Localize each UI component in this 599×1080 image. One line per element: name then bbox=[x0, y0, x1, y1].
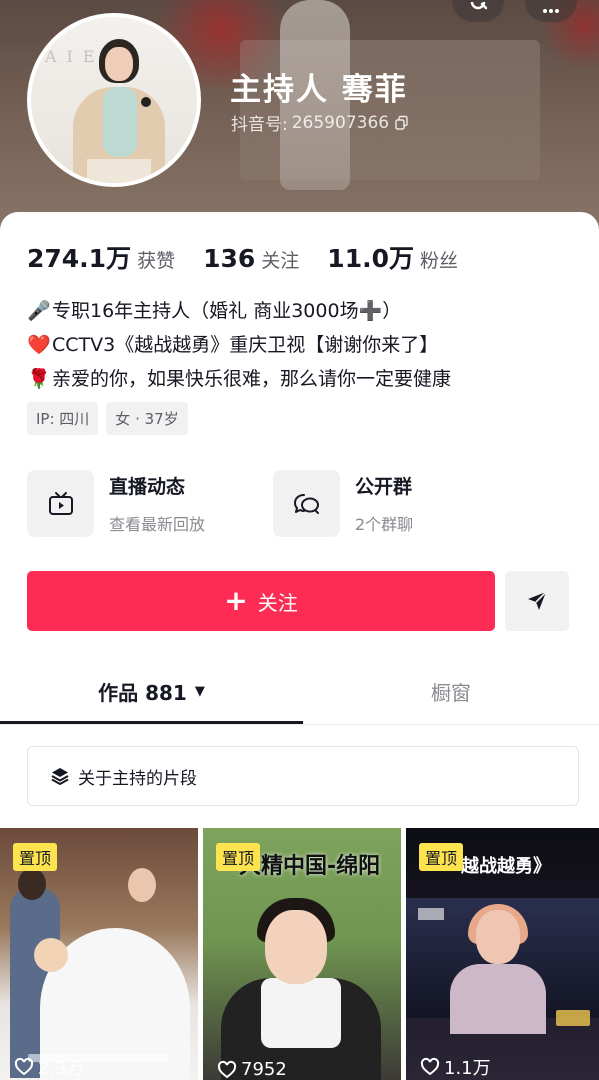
follow-button[interactable]: + 关注 bbox=[27, 571, 495, 631]
back-button[interactable] bbox=[30, 0, 70, 16]
thumbnail-figure bbox=[450, 964, 546, 1034]
bio-line: 🎤专职16年主持人（婚礼 商业3000场➕） bbox=[27, 294, 577, 328]
caret-down-icon: ▼ bbox=[194, 683, 205, 699]
douyin-id-value: 265907366 bbox=[291, 112, 390, 133]
send-icon bbox=[528, 591, 547, 610]
thumbnail-figure bbox=[265, 910, 327, 984]
video-likes: 1.1万 bbox=[420, 1054, 491, 1080]
microphone-icon: 🎤 bbox=[27, 300, 51, 322]
douyin-id[interactable]: 抖音号: 265907366 bbox=[231, 110, 409, 135]
collection-label: 关于主持的片段 bbox=[78, 768, 197, 789]
likes-count: 1.1万 bbox=[444, 1058, 491, 1079]
bio-line: ❤️CCTV3《越战越勇》重庆卫视【谢谢你来了】 bbox=[27, 328, 577, 362]
group-feature-text: 公开群 2个群聊 bbox=[355, 472, 413, 535]
live-feature-title: 直播动态 bbox=[109, 476, 186, 498]
stat-label: 粉丝 bbox=[419, 250, 458, 272]
stat-label: 获赞 bbox=[137, 250, 176, 272]
ip-location-tag: IP: 四川 bbox=[27, 402, 99, 435]
thumbnail-figure bbox=[128, 868, 156, 902]
thumbnail-figure bbox=[261, 978, 341, 1048]
avatar[interactable]: AIEE bbox=[27, 13, 201, 187]
profile-header: AIEE 主持人 骞菲 抖音号: 265907366 bbox=[0, 0, 599, 235]
channel-logo bbox=[418, 908, 444, 920]
bio-line: 🌹亲爱的你，如果快乐很难，那么请你一定要健康 bbox=[27, 362, 577, 396]
likes-count: 7952 bbox=[241, 1059, 287, 1080]
gender-age-tag: 女 · 37岁 bbox=[106, 402, 188, 435]
thumbnail-figure bbox=[34, 938, 68, 972]
stat-followers[interactable]: 11.0万 粉丝 bbox=[327, 239, 458, 275]
heart-icon: ❤️ bbox=[27, 334, 51, 356]
pinned-badge: 置顶 bbox=[13, 843, 58, 871]
video-thumbnail[interactable]: 置顶 2.3万 bbox=[0, 828, 198, 1080]
heart-outline-icon bbox=[420, 1057, 440, 1076]
collection-banner[interactable]: 关于主持的片段 bbox=[27, 746, 579, 806]
layers-icon bbox=[51, 768, 69, 785]
search-button[interactable] bbox=[452, 0, 504, 22]
bio-text: CCTV3《越战越勇》重庆卫视【谢谢你来了】 bbox=[52, 334, 439, 356]
stats-row: 274.1万 获赞 136 关注 11.0万 粉丝 bbox=[27, 239, 486, 275]
cover-title: 大精中国-绵阳 bbox=[239, 854, 381, 879]
back-arrow-icon bbox=[30, 0, 50, 6]
stat-label: 关注 bbox=[261, 250, 300, 272]
tv-icon bbox=[48, 491, 73, 515]
rose-icon: 🌹 bbox=[27, 368, 51, 390]
profile-sheet: 274.1万 获赞 136 关注 11.0万 粉丝 🎤专职16年主持人（婚礼 商… bbox=[0, 212, 599, 1080]
bio: 🎤专职16年主持人（婚礼 商业3000场➕） ❤️CCTV3《越战越勇》重庆卫视… bbox=[27, 294, 577, 396]
stat-following[interactable]: 136 关注 bbox=[203, 244, 299, 273]
avatar-skirt bbox=[87, 159, 151, 183]
live-feature[interactable]: 直播动态 查看最新回放 bbox=[27, 470, 205, 537]
likes-count: 2.3万 bbox=[38, 1058, 85, 1079]
stat-value: 274.1万 bbox=[27, 244, 132, 273]
profile-tags: IP: 四川 女 · 37岁 bbox=[27, 402, 188, 435]
follow-button-label: 关注 bbox=[257, 590, 298, 615]
more-icon bbox=[543, 9, 559, 13]
live-feature-text: 直播动态 查看最新回放 bbox=[109, 472, 205, 535]
live-feature-subtitle: 查看最新回放 bbox=[109, 515, 206, 534]
video-thumbnail[interactable]: 大精中国-绵阳 置顶 7952 bbox=[203, 828, 401, 1080]
show-badge bbox=[556, 1010, 590, 1026]
content-tabs: 作品 881 ▼ 橱窗 bbox=[0, 657, 599, 725]
video-likes: 2.3万 bbox=[14, 1054, 85, 1080]
video-thumbnail[interactable]: 越战越勇》 置顶 1.1万 bbox=[406, 828, 599, 1080]
live-feature-icon-box bbox=[27, 470, 94, 537]
group-feature-icon-box bbox=[273, 470, 340, 537]
active-tab-indicator bbox=[0, 721, 303, 724]
bio-text: 亲爱的你，如果快乐很难，那么请你一定要健康 bbox=[52, 368, 452, 390]
thumbnail-figure bbox=[18, 868, 46, 900]
group-feature[interactable]: 公开群 2个群聊 bbox=[273, 470, 413, 537]
tab-showcase[interactable]: 橱窗 bbox=[303, 657, 599, 725]
avatar-face bbox=[105, 47, 133, 81]
video-likes: 7952 bbox=[217, 1059, 287, 1080]
thumbnail-figure bbox=[476, 910, 520, 964]
tab-works-label: 作品 881 bbox=[98, 680, 187, 705]
plus-icon: + bbox=[224, 584, 248, 617]
copy-icon[interactable] bbox=[393, 115, 409, 131]
heart-outline-icon bbox=[217, 1060, 237, 1078]
chat-group-icon bbox=[293, 493, 319, 514]
douyin-id-label: 抖音号: bbox=[231, 115, 288, 135]
heart-outline-icon bbox=[14, 1057, 34, 1076]
bio-text: 专职16年主持人（婚礼 商业3000场➕） bbox=[52, 300, 402, 322]
stat-value: 11.0万 bbox=[327, 244, 414, 273]
share-button[interactable] bbox=[505, 571, 569, 631]
avatar-microphone bbox=[141, 97, 151, 107]
group-feature-title: 公开群 bbox=[355, 476, 413, 498]
profile-name: 主持人 骞菲 bbox=[230, 72, 408, 108]
pinned-badge: 置顶 bbox=[216, 843, 261, 871]
stat-value: 136 bbox=[203, 244, 256, 273]
cover-title: 越战越勇》 bbox=[461, 856, 551, 877]
tab-works[interactable]: 作品 881 ▼ bbox=[0, 657, 303, 725]
search-icon bbox=[470, 2, 488, 10]
stat-likes[interactable]: 274.1万 获赞 bbox=[27, 239, 175, 275]
video-grid: 置顶 2.3万 大精中国-绵阳 置顶 7952 越战越勇》 置顶 1.1万 bbox=[0, 828, 599, 1080]
tab-showcase-label: 橱窗 bbox=[431, 680, 471, 705]
pinned-badge: 置顶 bbox=[419, 843, 464, 871]
group-feature-subtitle: 2个群聊 bbox=[355, 515, 414, 534]
avatar-blouse bbox=[103, 87, 137, 157]
